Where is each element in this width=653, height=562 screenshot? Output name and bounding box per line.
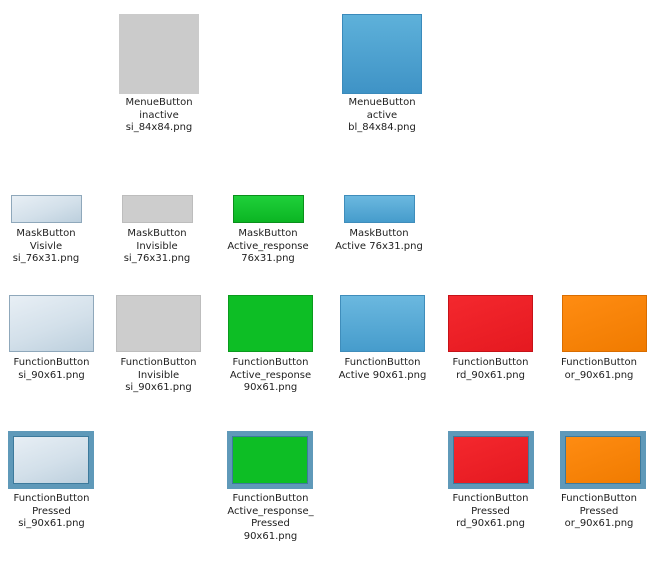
function-button-pressed-rd-thumbnail[interactable] <box>448 431 534 489</box>
file-label: FunctionButton Pressed rd_90x61.png <box>452 493 529 529</box>
file-label: FunctionButton si_90x61.png <box>13 357 90 381</box>
file-label: MaskButton Active_response 76x31.png <box>227 228 309 264</box>
file-label: FunctionButton rd_90x61.png <box>452 357 529 381</box>
mask-button-invisible-thumbnail[interactable] <box>122 195 193 223</box>
function-button-si-thumbnail[interactable] <box>9 295 94 352</box>
function-button-active-response-thumbnail[interactable] <box>228 295 313 352</box>
file-label: MenueButton active bl_84x84.png <box>348 97 416 133</box>
mask-button-active-thumbnail[interactable] <box>344 195 415 223</box>
menue-button-inactive-thumbnail[interactable] <box>119 14 199 94</box>
function-button-pressed-or-thumbnail[interactable] <box>560 431 646 489</box>
function-button-pressed-active-response-thumbnail[interactable] <box>227 431 313 489</box>
file-label: MenueButton inactive si_84x84.png <box>125 97 193 133</box>
file-label: MaskButton Invisible si_76x31.png <box>123 228 191 264</box>
file-label: FunctionButton or_90x61.png <box>560 357 638 381</box>
function-button-active-thumbnail[interactable] <box>340 295 425 352</box>
function-button-invisible-thumbnail[interactable] <box>116 295 201 352</box>
file-label: FunctionButton Active_response_ Pressed … <box>227 493 314 542</box>
menue-button-active-thumbnail[interactable] <box>342 14 422 94</box>
file-label: FunctionButton Pressed or_90x61.png <box>560 493 638 529</box>
file-label: FunctionButton Pressed si_90x61.png <box>13 493 90 529</box>
mask-button-active-response-thumbnail[interactable] <box>233 195 304 223</box>
function-button-rd-thumbnail[interactable] <box>448 295 533 352</box>
file-label: FunctionButton Invisible si_90x61.png <box>120 357 197 393</box>
file-label: FunctionButton Active 90x61.png <box>338 357 427 381</box>
function-button-or-thumbnail[interactable] <box>562 295 647 352</box>
file-label: FunctionButton Active_response 90x61.png <box>229 357 312 393</box>
file-label: MaskButton Active 76x31.png <box>335 228 423 252</box>
function-button-pressed-si-thumbnail[interactable] <box>8 431 94 489</box>
file-label: MaskButton Visivle si_76x31.png <box>12 228 80 264</box>
mask-button-visible-thumbnail[interactable] <box>11 195 82 223</box>
